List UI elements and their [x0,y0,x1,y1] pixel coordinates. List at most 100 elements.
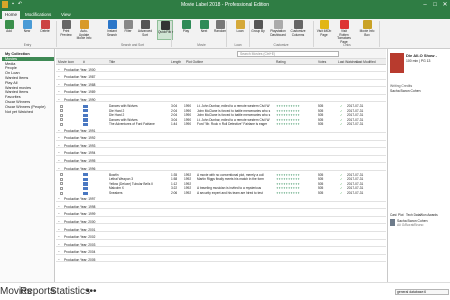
expand-icon[interactable]: − [58,167,60,170]
more-icon[interactable]: ••• [86,286,97,297]
row-checkbox[interactable] [60,173,63,177]
row-checkbox[interactable] [60,104,63,108]
playstation-dashboard-button[interactable]: Playstation Dashboard [270,20,286,40]
row-checkbox[interactable] [60,113,63,117]
group-row[interactable]: − Production Year: 1989 [56,90,386,95]
tab-view[interactable]: View [58,11,74,19]
tab-won-awards[interactable]: Won Awards [420,213,438,217]
close-button[interactable]: ✕ [440,0,450,10]
group-row[interactable]: − Production Year: 1999 [56,212,386,217]
column-header[interactable]: Length [171,60,181,64]
expand-icon[interactable]: − [58,258,60,261]
group-row[interactable]: − Production Year: 2000 [56,220,386,225]
row-checkbox[interactable] [60,118,63,122]
group-row[interactable]: − Production Year: 1997 [56,197,386,202]
group-row[interactable]: − Production Year: 2003 [56,243,386,248]
expand-icon[interactable]: − [58,75,60,78]
new-button[interactable]: New [19,20,35,40]
row-checkbox[interactable] [60,186,63,190]
expand-icon[interactable]: − [58,159,60,162]
table-row[interactable]: The Adventures of Ford Fairlane 1:44 1990 F… [56,122,386,126]
button-label: New [23,29,31,33]
minimize-button[interactable]: – [420,0,430,10]
expand-icon[interactable]: − [58,68,60,71]
nav-statistics[interactable]: Statistics [50,286,90,297]
tab-tech-data[interactable]: Tech Data [406,213,420,217]
group-row[interactable]: − Production Year: 1988 [56,83,386,88]
expand-icon[interactable]: − [58,243,60,246]
tab-modifications[interactable]: Modifications [22,11,54,19]
expand-icon[interactable]: − [58,235,60,238]
expand-icon[interactable]: − [58,90,60,93]
tab-plot[interactable]: Plot [398,213,404,217]
row-checkbox[interactable] [60,177,63,181]
column-header[interactable]: Movie Icon [58,60,74,64]
group-row[interactable]: − Production Year: 1987 [56,75,386,80]
column-header[interactable]: Plot Outline [186,60,203,64]
expand-icon[interactable]: − [58,151,60,154]
group-by-button[interactable]: Group By [250,20,266,40]
tab-home[interactable]: Home [2,11,21,19]
movie-cover-icon [83,104,88,108]
cell-date: 2017-07-31 [347,191,364,195]
row-checkbox[interactable] [60,122,63,126]
expand-icon[interactable]: − [58,250,60,253]
cell-len: 2:06 [171,191,178,195]
group-row[interactable]: − Production Year: 2001 [56,228,386,232]
database-selector[interactable]: general database:6 [395,289,449,295]
loan-button[interactable]: Loan [232,20,248,40]
group-title: Production Year: 1989 [64,90,96,95]
group-row[interactable]: − Production Year: 1995 [56,159,386,164]
group-row[interactable]: − Production Year: 1996 [56,167,386,171]
visit-rotten-tomatoes-page-button[interactable]: Visit Rotten Tomatoes Page [336,20,352,44]
movie-cover-icon [83,186,88,191]
next-button[interactable]: Next [196,20,212,40]
expand-icon[interactable]: − [58,220,60,223]
expand-icon[interactable]: − [58,212,60,215]
group-row[interactable]: − Production Year: 2004 [56,250,386,255]
auto-update-movie-info-button[interactable]: Auto-Update Movie Info [76,20,92,40]
expand-icon[interactable]: − [58,98,60,101]
column-header[interactable]: Title [109,60,115,64]
group-row[interactable]: − Production Year: 1992 [56,136,386,141]
group-title: Production Year: 1987 [64,75,96,80]
row-checkbox[interactable] [60,109,63,113]
table-row[interactable]: Sneakers 2:06 1992 A security expert and hi… [56,191,386,195]
column-header[interactable]: # [83,60,85,64]
maximize-button[interactable]: □ [430,0,440,10]
expand-icon[interactable]: − [58,144,60,147]
instant-search-button[interactable]: Instant Search [104,20,120,40]
column-header[interactable]: Last Modified [356,60,376,64]
row-checkbox[interactable] [60,191,63,195]
column-header[interactable]: Votes [318,60,326,64]
add-button[interactable]: Add [1,20,17,40]
group-title: Production Year: 1991 [64,128,96,133]
movie-info-box-button[interactable]: Movie Info Box [359,20,375,40]
column-header[interactable]: Rating [276,60,286,64]
group-row[interactable]: − Production Year: 1993 [56,144,386,149]
row-checkbox[interactable] [60,182,63,186]
group-row[interactable]: − Production Year: 1991 [56,129,386,133]
group-row[interactable]: − Production Year: 1900 [56,68,386,72]
group-row[interactable]: − Production Year: 1998 [56,205,386,210]
play-button[interactable]: Play [178,20,194,40]
tab-cast[interactable]: Cast [390,213,397,217]
customize-columns-button[interactable]: Customize Columns [290,20,306,40]
group-row[interactable]: − Production Year: 1994 [56,151,386,156]
expand-icon[interactable]: − [58,136,60,139]
expand-icon[interactable]: − [58,129,60,132]
delete-button[interactable]: Delete [37,20,53,40]
group-row[interactable]: − Production Year: 2005 [56,258,386,263]
expand-icon[interactable]: − [58,83,60,86]
expand-icon[interactable]: − [58,205,60,208]
sidebar-item[interactable]: Not yet Watched [2,110,54,115]
print-preview-button[interactable]: Print Preview [58,20,74,40]
advanced-sort-button[interactable]: Advanced Sort [137,20,153,40]
group-row[interactable]: − Production Year: 2002 [56,235,386,240]
search-input[interactable]: Search Movies (Ctrl+E) [237,51,339,57]
visit-imdb-page-button[interactable]: Visit IMDb Page [316,20,332,40]
expand-icon[interactable]: − [58,228,60,231]
expand-icon[interactable]: − [58,197,60,200]
filter-button[interactable]: Filter [120,20,136,40]
group-row[interactable]: − Production Year: 1990 [56,98,386,103]
